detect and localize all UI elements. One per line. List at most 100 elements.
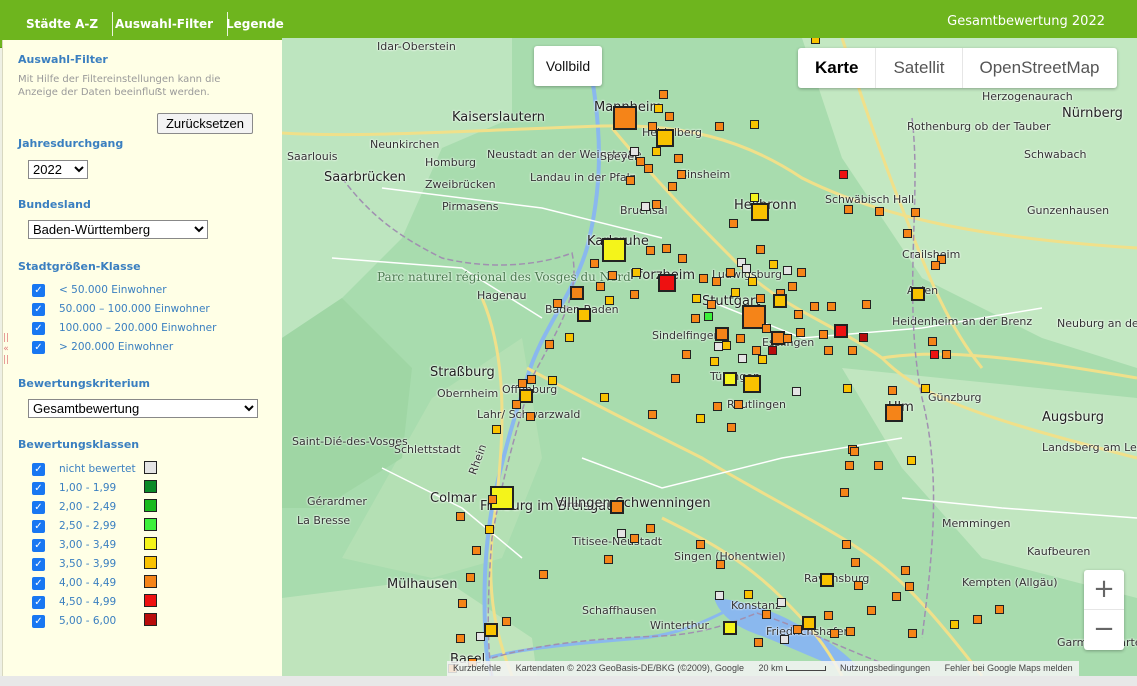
checkbox-checked[interactable]: ✓ [32,557,45,571]
city-rating-marker[interactable] [681,349,691,359]
rating-class-row[interactable]: ✓ 4,50 - 4,99 [32,594,116,610]
city-rating-marker[interactable] [703,311,713,321]
city-rating-marker[interactable] [861,299,871,309]
terms-link[interactable]: Nutzungsbedingungen [834,663,936,673]
city-rating-marker[interactable] [927,336,937,346]
city-rating-marker[interactable] [526,374,536,384]
year-select[interactable]: 2022 [28,160,88,179]
city-rating-marker[interactable] [602,238,626,262]
city-rating-marker[interactable] [795,327,805,337]
city-rating-marker[interactable] [730,287,740,297]
keyboard-shortcuts-link[interactable]: Kurzbefehle [447,663,507,673]
city-rating-marker[interactable] [691,293,701,303]
city-rating-marker[interactable] [755,293,765,303]
city-rating-marker[interactable] [725,267,735,277]
map-type-openstreetmap[interactable]: OpenStreetMap [961,48,1117,88]
city-rating-marker[interactable] [517,378,527,388]
city-rating-marker[interactable] [820,573,834,587]
city-rating-marker[interactable] [610,500,624,514]
city-rating-marker[interactable] [858,332,868,342]
city-rating-marker[interactable] [949,619,959,629]
city-rating-marker[interactable] [866,605,876,615]
city-rating-marker[interactable] [640,201,650,211]
checkbox-checked[interactable]: ✓ [32,462,45,476]
city-rating-marker[interactable] [658,274,676,292]
city-rating-marker[interactable] [625,175,635,185]
city-rating-marker[interactable] [906,455,916,465]
city-rating-marker[interactable] [850,557,860,567]
city-rating-marker[interactable] [676,169,686,179]
size-class-row[interactable]: ✓ 100.000 – 200.000 Einwohner [32,320,216,336]
city-rating-marker[interactable] [930,260,940,270]
city-rating-marker[interactable] [902,228,912,238]
city-rating-marker[interactable] [706,299,716,309]
city-rating-marker[interactable] [723,372,737,386]
city-rating-marker[interactable] [885,404,903,422]
city-rating-marker[interactable] [695,539,705,549]
city-rating-marker[interactable] [547,375,557,385]
state-select[interactable]: Baden-Württemberg [28,220,208,239]
rating-class-row[interactable]: ✓ 2,00 - 2,49 [32,499,116,515]
city-rating-marker[interactable] [471,545,481,555]
city-rating-marker[interactable] [599,392,609,402]
reset-button[interactable]: Zurücksetzen [157,113,253,134]
map-type-karte[interactable]: Karte [798,48,875,88]
city-rating-marker[interactable] [690,313,700,323]
city-rating-marker[interactable] [761,323,771,333]
city-rating-marker[interactable] [629,289,639,299]
city-rating-marker[interactable] [647,409,657,419]
city-rating-marker[interactable] [715,559,725,569]
zoom-out-button[interactable]: − [1084,610,1124,650]
city-rating-marker[interactable] [779,634,789,644]
city-rating-marker[interactable] [525,411,535,421]
city-rating-marker[interactable] [753,637,763,647]
rating-class-row[interactable]: ✓ nicht bewertet [32,461,136,477]
city-rating-marker[interactable] [743,375,761,393]
city-rating-marker[interactable] [484,623,498,637]
city-rating-marker[interactable] [910,207,920,217]
city-rating-marker[interactable] [782,333,792,343]
nav-legende[interactable]: Legende [212,12,298,36]
city-rating-marker[interactable] [900,565,910,575]
checkbox-checked[interactable]: ✓ [32,481,45,495]
city-rating-marker[interactable] [667,181,677,191]
city-rating-marker[interactable] [487,494,497,504]
city-rating-marker[interactable] [743,589,753,599]
city-rating-marker[interactable] [904,581,914,591]
city-rating-marker[interactable] [656,129,674,147]
size-class-row[interactable]: ✓ > 200.000 Einwohner [32,339,173,355]
rating-class-row[interactable]: ✓ 5,00 - 6,00 [32,613,116,629]
city-rating-marker[interactable] [751,345,761,355]
city-rating-marker[interactable] [728,218,738,228]
city-rating-marker[interactable] [826,301,836,311]
city-rating-marker[interactable] [604,295,614,305]
city-rating-marker[interactable] [544,339,554,349]
checkbox-checked[interactable]: ✓ [32,283,45,297]
city-rating-marker[interactable] [643,163,653,173]
city-rating-marker[interactable] [455,511,465,521]
city-rating-marker[interactable] [853,580,863,590]
city-rating-marker[interactable] [577,308,591,322]
city-rating-marker[interactable] [809,301,819,311]
city-rating-marker[interactable] [695,413,705,423]
checkbox-checked[interactable]: ✓ [32,595,45,609]
rating-class-row[interactable]: ✓ 1,00 - 1,99 [32,480,116,496]
city-rating-marker[interactable] [844,460,854,470]
checkbox-checked[interactable]: ✓ [32,321,45,335]
city-rating-marker[interactable] [714,121,724,131]
city-rating-marker[interactable] [475,631,485,641]
rating-class-row[interactable]: ✓ 3,50 - 3,99 [32,556,116,572]
city-rating-marker[interactable] [823,610,833,620]
city-rating-marker[interactable] [711,276,721,286]
city-rating-marker[interactable] [802,616,816,630]
city-rating-marker[interactable] [721,340,731,350]
city-rating-marker[interactable] [920,383,930,393]
city-rating-marker[interactable] [887,385,897,395]
city-rating-marker[interactable] [645,245,655,255]
city-rating-marker[interactable] [829,628,839,638]
city-rating-marker[interactable] [595,281,605,291]
checkbox-checked[interactable]: ✓ [32,614,45,628]
city-rating-marker[interactable] [823,345,833,355]
fullscreen-button[interactable]: Vollbild [534,46,602,86]
rating-class-row[interactable]: ✓ 4,00 - 4,49 [32,575,116,591]
